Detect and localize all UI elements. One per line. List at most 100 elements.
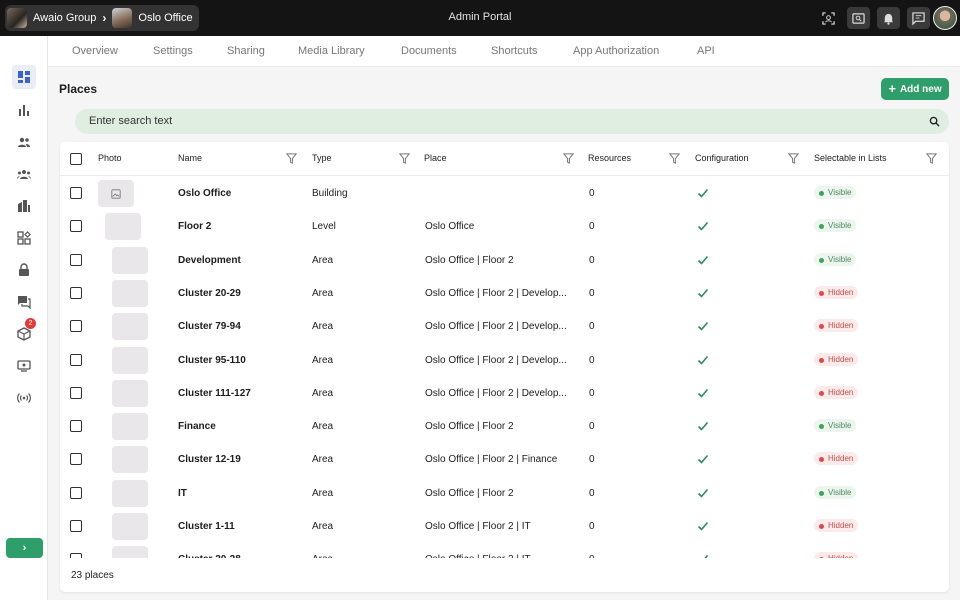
- table-row[interactable]: IT Area Oslo Office | Floor 2 0 Visible: [60, 477, 949, 510]
- table-row[interactable]: Cluster 111-127 Area Oslo Office | Floor 2…: [60, 377, 949, 410]
- notification-badge: 2: [25, 318, 36, 329]
- place-name[interactable]: Cluster 12-19: [178, 454, 241, 465]
- table-row[interactable]: Cluster 95-110 Area Oslo Office | Floor 2 …: [60, 344, 949, 377]
- row-checkbox[interactable]: [70, 386, 82, 399]
- sidebar-item-displays[interactable]: [12, 354, 36, 378]
- notifications-button[interactable]: [877, 7, 900, 29]
- place-photo[interactable]: [112, 413, 148, 441]
- type-filter-icon[interactable]: [399, 153, 410, 164]
- check-icon: [697, 388, 709, 398]
- place-photo[interactable]: [112, 313, 148, 341]
- place-photo[interactable]: [105, 213, 141, 241]
- table-row[interactable]: Cluster 1-11 Area Oslo Office | Floor 2 | …: [60, 510, 949, 543]
- place-filter-icon[interactable]: [563, 153, 574, 164]
- place-photo[interactable]: [112, 479, 148, 507]
- sidebar-item-apps[interactable]: [12, 226, 36, 250]
- row-checkbox[interactable]: [70, 486, 82, 499]
- visibility-badge: Hidden: [814, 352, 859, 366]
- place-name[interactable]: Cluster 95-110: [178, 355, 246, 366]
- check-icon: [697, 222, 709, 231]
- place-name[interactable]: Cluster 79-94: [178, 321, 241, 332]
- place-photo[interactable]: [112, 513, 148, 540]
- table-row[interactable]: Cluster 79-94 Area Oslo Office | Floor 2 |…: [60, 310, 949, 343]
- place-photo[interactable]: [112, 546, 148, 558]
- place-name[interactable]: Oslo Office: [178, 188, 231, 199]
- place-name[interactable]: Cluster 1-11: [178, 521, 235, 532]
- place-name[interactable]: Floor 2: [178, 221, 211, 232]
- place-name[interactable]: Development: [178, 255, 241, 266]
- tab-sharing[interactable]: Sharing: [227, 45, 265, 57]
- selectable-filter-icon[interactable]: [926, 153, 937, 164]
- row-checkbox[interactable]: [70, 320, 82, 333]
- row-checkbox[interactable]: [70, 286, 82, 299]
- scan-button[interactable]: [817, 7, 840, 29]
- place-photo[interactable]: [112, 246, 148, 274]
- tab-overview[interactable]: Overview: [72, 45, 118, 57]
- table-row[interactable]: Development Area Oslo Office | Floor 2 0 Vis…: [60, 244, 949, 277]
- table-row[interactable]: Finance Area Oslo Office | Floor 2 0 Visible: [60, 410, 949, 443]
- column-resources[interactable]: Resources: [588, 153, 631, 163]
- sidebar-item-analytics[interactable]: [12, 98, 36, 122]
- name-filter-icon[interactable]: [286, 153, 297, 164]
- resources-filter-icon[interactable]: [669, 153, 680, 164]
- table-row[interactable]: Cluster 12-19 Area Oslo Office | Floor 2 |…: [60, 443, 949, 476]
- sidebar-item-packages[interactable]: 2: [12, 318, 36, 346]
- place-name[interactable]: Finance: [178, 421, 216, 432]
- visibility-badge: Hidden: [814, 452, 859, 466]
- sidebar-item-users[interactable]: [12, 130, 36, 154]
- visibility-badge: Visible: [814, 252, 857, 266]
- row-checkbox[interactable]: [70, 253, 82, 266]
- search-input[interactable]: Enter search text: [75, 109, 949, 134]
- place-name[interactable]: Cluster 20-28: [178, 554, 241, 558]
- expand-sidebar-button[interactable]: ›: [6, 538, 43, 558]
- select-all-checkbox[interactable]: [70, 153, 82, 165]
- tab-shortcuts[interactable]: Shortcuts: [491, 45, 537, 57]
- row-checkbox[interactable]: [70, 553, 82, 558]
- breadcrumb-org[interactable]: Awaio Group: [7, 8, 96, 28]
- sidebar-item-security[interactable]: [12, 258, 36, 282]
- sidebar-item-messages[interactable]: [12, 290, 36, 314]
- place-name[interactable]: Cluster 111-127: [178, 388, 251, 399]
- column-configuration[interactable]: Configuration: [695, 153, 749, 163]
- row-checkbox[interactable]: [70, 420, 82, 433]
- place-name[interactable]: IT: [178, 488, 187, 499]
- place-photo[interactable]: [112, 446, 148, 474]
- column-selectable-in-lists[interactable]: Selectable in Lists: [814, 153, 887, 163]
- row-checkbox[interactable]: [70, 520, 82, 532]
- tab-media-library[interactable]: Media Library: [298, 45, 365, 57]
- tab-app-authorization[interactable]: App Authorization: [573, 45, 659, 57]
- configuration-filter-icon[interactable]: [788, 153, 799, 164]
- table-row[interactable]: Floor 2 Level Oslo Office 0 Visible: [60, 210, 949, 243]
- row-checkbox[interactable]: [70, 187, 82, 199]
- sidebar-item-dashboard[interactable]: [12, 65, 36, 89]
- chat-button[interactable]: [907, 7, 930, 29]
- screen-search-button[interactable]: [847, 7, 870, 29]
- place-name[interactable]: Cluster 20-29: [178, 288, 241, 299]
- check-icon: [697, 488, 709, 498]
- user-avatar[interactable]: [933, 6, 957, 30]
- tab-settings[interactable]: Settings: [153, 45, 193, 57]
- table-row[interactable]: Cluster 20-28 Area Oslo Office | Floor 2 |…: [60, 543, 949, 558]
- row-checkbox[interactable]: [70, 353, 82, 366]
- table-row[interactable]: Cluster 20-29 Area Oslo Office | Floor 2 |…: [60, 277, 949, 310]
- sidebar-item-broadcast[interactable]: [12, 386, 36, 410]
- tab-api[interactable]: API: [697, 45, 715, 57]
- place-resources: 0: [589, 354, 595, 366]
- table-row[interactable]: Oslo Office Building 0 Visible: [60, 177, 949, 210]
- column-name[interactable]: Name: [178, 153, 202, 163]
- chevron-right-icon: ›: [102, 11, 107, 25]
- column-place[interactable]: Place: [424, 153, 447, 163]
- place-photo[interactable]: [98, 180, 134, 207]
- add-new-button[interactable]: + Add new: [881, 78, 949, 100]
- place-photo[interactable]: [112, 279, 148, 307]
- row-checkbox[interactable]: [70, 220, 82, 233]
- row-checkbox[interactable]: [70, 453, 82, 466]
- place-photo[interactable]: [112, 346, 148, 374]
- check-icon: [697, 521, 709, 531]
- breadcrumb-site[interactable]: Oslo Office: [112, 8, 193, 28]
- column-type[interactable]: Type: [312, 153, 332, 163]
- tab-documents[interactable]: Documents: [401, 45, 457, 57]
- sidebar-item-buildings[interactable]: [12, 194, 36, 218]
- place-photo[interactable]: [112, 379, 148, 407]
- sidebar-item-groups[interactable]: [12, 162, 36, 186]
